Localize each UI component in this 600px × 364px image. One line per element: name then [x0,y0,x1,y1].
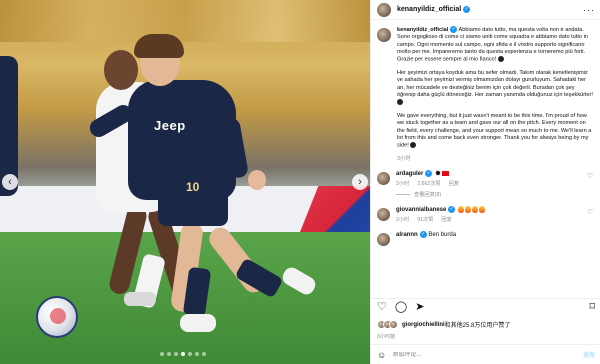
caption: kenanyildiz_official ✓ Abbiamo dato tutto… [377,26,593,156]
comment-composer: ☺ 发布 [371,344,600,364]
view-replies-label: 查看回复(8) [414,191,442,198]
more-icon[interactable]: ··· [583,5,595,15]
comment-time: 2小时 [396,217,410,224]
verified-badge-icon: ✓ [450,26,458,33]
verified-badge-icon: ✓ [463,6,471,13]
comment-username[interactable]: alrannn [396,232,418,238]
fire-emoji-icon [465,205,472,213]
liker-username[interactable]: giorgiochiellini [402,322,445,328]
verified-badge-icon: ✓ [425,169,433,177]
player-navy-hair [134,34,184,58]
comment-username[interactable]: giovannialbanese [396,207,446,213]
verified-badge-icon: ✓ [419,231,427,239]
prev-image-button[interactable]: ‹ [2,174,18,190]
bookmark-icon[interactable]: ⌑ [589,302,595,313]
post-time: 3小时前 [377,334,396,340]
fire-emoji-icon [479,205,486,213]
comments-scroll[interactable]: kenanyildiz_official ✓ Abbiamo dato tutto… [371,22,600,318]
shirt-sponsor: Jeep [154,118,186,133]
shirt-number: 10 [186,180,200,194]
comment-input[interactable] [392,351,543,358]
carousel-dot [167,352,171,356]
liker-avatars [377,320,398,329]
comment-likes[interactable]: 91次赞 [417,216,433,223]
emoji-icon[interactable]: ☺ [377,350,386,360]
carousel-dot-active [181,352,185,356]
heart-icon[interactable]: ♡ [587,172,593,198]
face-emoji-icon [497,56,504,63]
avatar[interactable] [377,171,390,185]
football [36,296,78,338]
share-icon[interactable]: ➤ [415,302,424,313]
like-heart-icon[interactable]: ♡ [377,302,387,313]
football-emoji-icon [435,170,442,177]
reply-button[interactable]: 回复 [449,180,459,187]
player-white-head [104,50,138,90]
carousel-dot [195,352,199,356]
author-username[interactable]: kenanyildiz_official [397,6,461,13]
avatar[interactable] [377,2,391,17]
comment-icon[interactable]: ◯ [395,302,407,313]
likes-summary[interactable]: giorgiochiellini 和其他25.8万位用户赞了 [377,320,510,329]
view-replies[interactable]: 查看回复(8) [396,191,587,198]
avatar[interactable] [377,28,391,42]
carousel-dot [188,352,192,356]
comment-text: Ben burda [428,232,457,239]
carousel-dots [160,352,206,356]
post-header: kenanyildiz_official ✓ ··· [371,0,600,20]
fire-emoji-icon [472,205,479,213]
post-actions: ♡ ◯ ➤ ⌑ [371,298,600,316]
comment: giovannialbanese ✓ 2小时 91次赞 回复 ♡ [377,205,593,224]
avatar [389,320,398,329]
heart-icon[interactable]: ♡ [587,208,593,223]
comment: ardaguler ✓ 2小时 2,662次赞 回复 查看回复(8) ♡ [377,169,593,198]
post-side-panel: kenanyildiz_official ✓ ··· kenanyildiz_o… [370,0,600,364]
player-navy-boot [180,314,216,332]
next-image-button[interactable]: › [352,174,368,190]
turkey-flag-icon [442,170,450,176]
fire-emoji-icon [458,205,465,213]
player-white-boot [124,292,156,306]
post-button[interactable]: 发布 [583,350,595,359]
reply-button[interactable]: 回复 [441,216,451,223]
player-navy-shirt [128,80,236,200]
avatar[interactable] [377,207,390,221]
carousel-dot [174,352,178,356]
stadium-stands [0,0,370,42]
caption-turkish: Her şeyimizi ortaya koyduk ama bu sefer … [397,69,593,98]
post-image[interactable]: Jeep 10 ‹ › [0,0,370,364]
verified-badge-icon: ✓ [448,205,456,213]
comment: alrannn ✓ Ben burda [377,231,593,247]
comment-likes[interactable]: 2,662次赞 [417,180,440,187]
caption-english: We gave everything, but it just wasn't m… [397,112,592,149]
likes-count: 和其他25.8万位用户赞了 [444,323,511,329]
comment-time: 2小时 [396,180,410,187]
face-emoji-icon [397,99,403,106]
carousel-dot [202,352,206,356]
comment-username[interactable]: ardaguler [396,171,423,177]
caption-username[interactable]: kenanyildiz_official [397,27,448,33]
divider [396,193,410,195]
player-navy-hand [248,170,266,190]
face-emoji-icon [410,142,417,149]
avatar[interactable] [377,233,390,247]
carousel-dot [160,352,164,356]
